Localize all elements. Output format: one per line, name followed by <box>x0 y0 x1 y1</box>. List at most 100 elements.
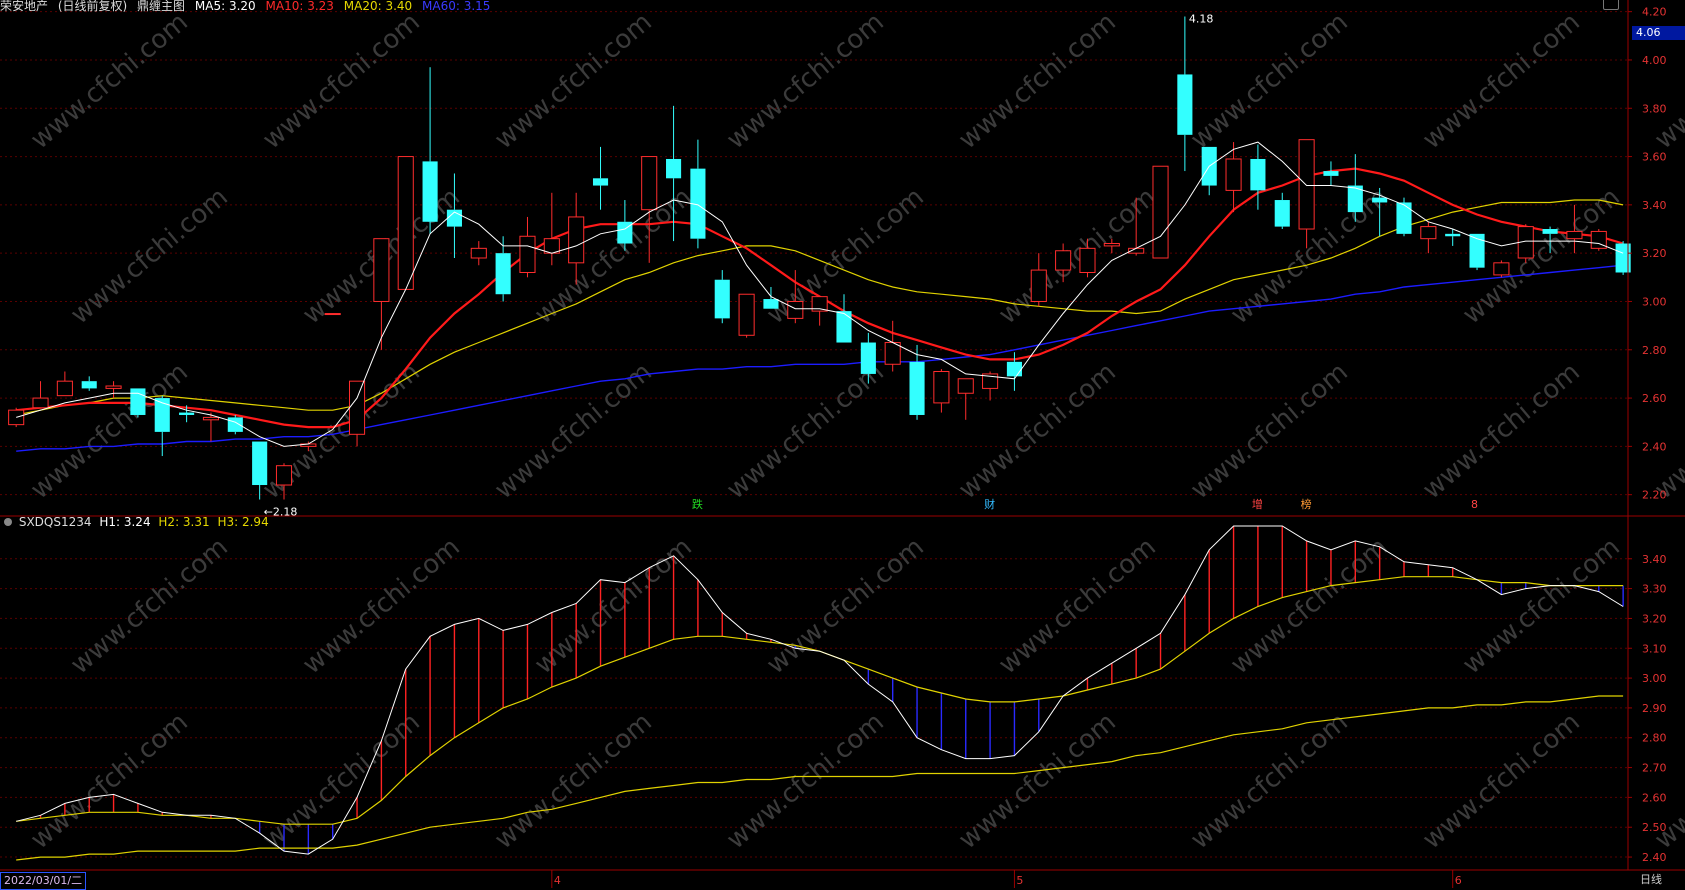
watermark-text: www.cfchi.com <box>65 532 234 680</box>
adjust-mode[interactable]: (日线前复权) <box>58 0 127 13</box>
candle-body-down <box>179 412 195 415</box>
indicator-tick-label: 2.70 <box>1642 762 1667 775</box>
month-tick-label: 5 <box>1016 874 1023 887</box>
candle-body-down <box>227 417 243 432</box>
candle-body-up <box>1225 158 1242 191</box>
candle-body-down <box>836 311 852 343</box>
candle-body-down <box>714 279 730 319</box>
indicator-tick-label: 3.30 <box>1642 583 1667 596</box>
watermark-text: www.cfchi.com <box>65 182 234 330</box>
stock-name: 荣安地产 <box>0 0 49 13</box>
candle-body-up <box>8 409 25 426</box>
watermark-text: www.cfchi.com <box>25 707 194 855</box>
h1-path <box>16 525 1624 855</box>
candle-body-up <box>348 380 366 435</box>
candle-body-up <box>519 235 536 273</box>
watermark-text: www.cfchi.com <box>721 357 890 505</box>
indicator-name[interactable]: SXDQS1234 <box>19 515 92 529</box>
event-marker: 8 <box>1471 498 1478 511</box>
price-tick-label: 3.40 <box>1642 199 1667 212</box>
watermark-text: www.cfchi.com <box>721 707 890 855</box>
candle-body-down <box>422 161 438 222</box>
candle-body-down <box>1177 74 1193 135</box>
watermark-text: www.cfchi.com <box>489 7 658 155</box>
candle-body-up <box>202 416 220 421</box>
candle-body-up <box>568 216 585 264</box>
price-tick-label: 3.00 <box>1642 295 1667 308</box>
event-marker: 跌 <box>692 497 703 511</box>
ma60-value: MA60: 3.15 <box>422 0 491 13</box>
candle-body-up <box>397 156 414 290</box>
candle-body-up <box>275 465 293 486</box>
price-extreme-label: 4.18 <box>1189 12 1214 25</box>
indicator-tick-label: 3.20 <box>1642 612 1667 625</box>
candle-body-down <box>666 158 682 179</box>
candle-body-up <box>1152 165 1169 259</box>
watermark-text: www.cfchi.com <box>761 532 930 680</box>
candle-body-down <box>1445 233 1461 237</box>
watermark-text: www.cfchi.com <box>761 182 930 330</box>
watermark-text: www.cfchi.com <box>297 532 466 680</box>
ma10-value: MA10: 3.23 <box>265 0 334 13</box>
watermark-text: www.cfchi.com <box>257 7 426 155</box>
watermark-text: www.cfchi.com <box>1185 7 1354 155</box>
watermark-text: www.cfchi.com <box>953 357 1122 505</box>
watermark-text: www.cfchi.com <box>1185 357 1354 505</box>
watermark-text: www.cfchi.com <box>1417 707 1586 855</box>
candle-body-down <box>1323 171 1339 176</box>
candle-body-up <box>1493 262 1510 276</box>
candle-body-up <box>641 156 658 211</box>
indicator-h3: H3: 2.94 <box>217 515 269 529</box>
watermark-text: www.cfchi.com <box>529 532 698 680</box>
candle-body-down <box>252 441 268 486</box>
indicator-tick-label: 2.40 <box>1642 851 1667 864</box>
event-marker: 财 <box>984 497 995 511</box>
indicator-legend: SXDQS1234 H1: 3.24 H2: 3.31 H3: 2.94 <box>4 515 273 529</box>
event-marker: 榜 <box>1301 497 1312 511</box>
candle-body-up <box>105 385 122 389</box>
candle-body-up <box>324 313 341 316</box>
candle-body-down <box>1396 202 1412 234</box>
indicator-tick-label: 2.50 <box>1642 821 1667 834</box>
month-tick-label: 6 <box>1455 874 1462 887</box>
candle-body-down <box>1274 200 1290 227</box>
candle-body-up <box>933 371 950 404</box>
watermark-text: www.cfchi.com <box>1185 707 1354 855</box>
candle-body-down <box>130 388 146 415</box>
ma5-value: MA5: 3.20 <box>194 0 256 13</box>
watermark-text: www.cfchi.com <box>1457 532 1626 680</box>
price-tick-label: 4.00 <box>1642 54 1667 67</box>
stock-chart: www.cfchi.com www.cfchi.com www.cfchi.com w… <box>0 0 1685 888</box>
indicator-tick-label: 3.00 <box>1642 672 1667 685</box>
candle-body-down <box>763 299 779 309</box>
price-tick-label: 2.80 <box>1642 344 1667 357</box>
candle-body-down <box>1250 158 1266 191</box>
indicator-tick-label: 2.80 <box>1642 732 1667 745</box>
candle-body-up <box>373 238 390 302</box>
watermark-text: www.cfchi.com <box>529 182 698 330</box>
candle-body-down <box>495 253 511 295</box>
indicator-tick-label: 3.40 <box>1642 553 1667 566</box>
current-price-tag: 4.06 <box>1632 26 1685 40</box>
candle-body-up <box>543 238 560 254</box>
window-settings-icon[interactable] <box>1603 0 1619 10</box>
indicator-h1: H1: 3.24 <box>99 515 151 529</box>
candle-body-up <box>1420 226 1437 240</box>
cursor-date: 2022/03/01/二 <box>0 872 87 890</box>
watermark-text: www.cfchi.com <box>953 707 1122 855</box>
event-marker: 增 <box>1252 497 1263 511</box>
candle-body-down <box>81 381 97 389</box>
watermark-layer: www.cfchi.com www.cfchi.com www.cfchi.com w… <box>25 7 1685 855</box>
month-tick-label: 4 <box>554 874 561 887</box>
indicator-tick-label: 3.10 <box>1642 642 1667 655</box>
ma20-value: MA20: 3.40 <box>343 0 413 13</box>
indicator-layer <box>16 525 1624 861</box>
indicator-title[interactable]: 鼎缠主图 <box>137 0 185 13</box>
candle-body-down <box>909 361 925 415</box>
period-selector[interactable]: 日线 <box>1640 872 1662 888</box>
indicator-tick-label: 2.60 <box>1642 791 1667 804</box>
watermark-text: www.cfchi.com <box>489 357 658 505</box>
candle-body-up <box>1566 230 1583 240</box>
watermark-text: www.cfchi.com <box>1417 357 1586 505</box>
indicator-toggle-icon[interactable] <box>4 518 12 526</box>
